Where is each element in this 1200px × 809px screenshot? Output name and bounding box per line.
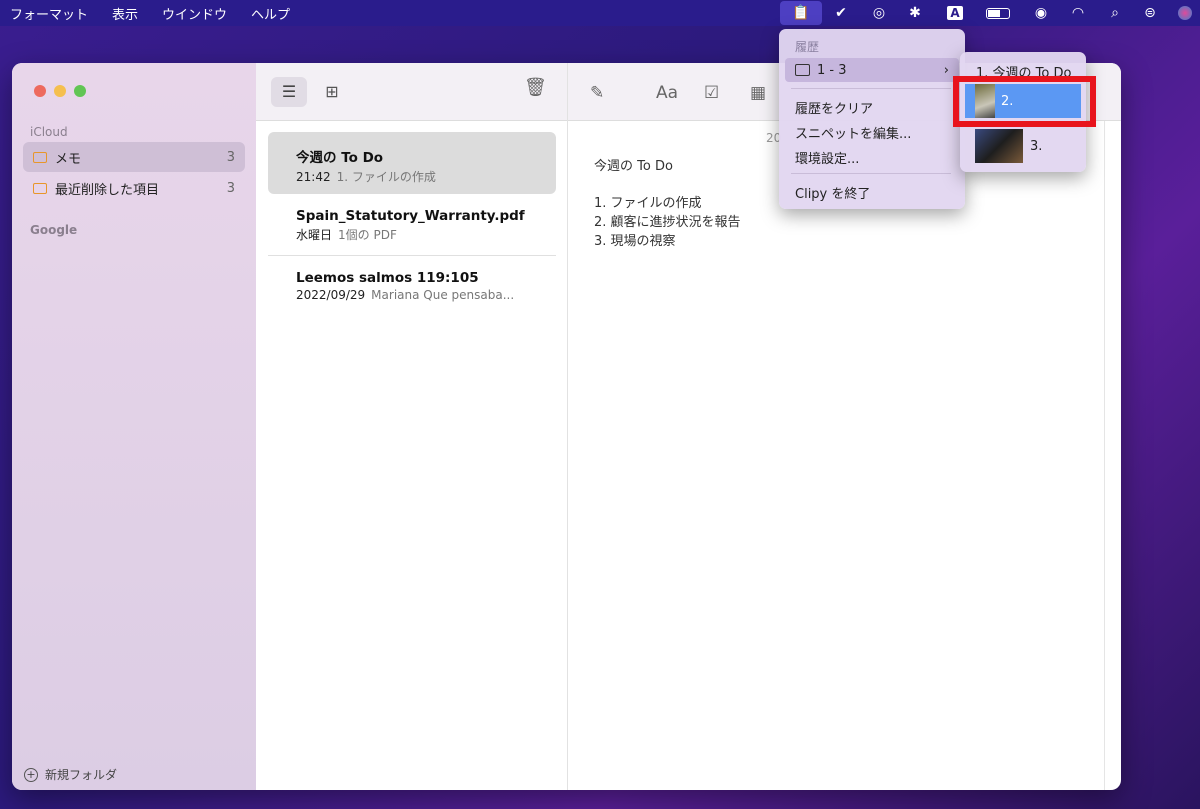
menu-window[interactable]: ウインドウ xyxy=(162,4,227,23)
checklist-icon[interactable]: ☑ xyxy=(704,83,719,103)
sidebar-item-label: 最近削除した項目 xyxy=(55,182,160,198)
image-thumbnail xyxy=(975,129,1023,163)
folder-icon xyxy=(795,64,810,76)
bluetooth-icon[interactable]: ✱ xyxy=(906,0,924,26)
note-title: Spain_Statutory_Warranty.pdf xyxy=(296,208,525,224)
menu-item-history-folder[interactable]: 1 - 3 › xyxy=(785,58,959,82)
note-date: 2022/09/29 xyxy=(296,288,366,302)
checkmark-icon[interactable]: ✔ xyxy=(828,0,854,26)
close-button[interactable] xyxy=(34,85,46,97)
note-body[interactable]: 今週の To Do 1. ファイルの作成 2. 顧客に進捗状況を報告 3. 現場… xyxy=(594,157,741,251)
menu-divider xyxy=(791,173,951,174)
compose-icon[interactable]: ✎ xyxy=(590,83,604,103)
menu-divider xyxy=(791,88,951,89)
sidebar-item-count: 3 xyxy=(226,180,235,196)
siri-icon[interactable] xyxy=(1176,0,1194,26)
menu-item-label: 1 - 3 xyxy=(817,62,847,78)
note-item[interactable]: 今週の To Do 21:42 1. ファイルの作成 xyxy=(268,132,556,194)
note-item[interactable]: Spain_Statutory_Warranty.pdf 水曜日 1個の PDF xyxy=(268,194,556,256)
menu-header: 履歴 xyxy=(795,40,820,54)
wifi-icon[interactable]: ◠ xyxy=(1067,0,1089,26)
list-view-button[interactable]: ☰ xyxy=(271,77,307,107)
folder-icon xyxy=(33,151,47,163)
submenu-item-label: 3. xyxy=(1030,138,1043,154)
menu-item-preferences[interactable]: 環境設定... xyxy=(795,148,859,167)
note-date: 21:42 xyxy=(296,170,331,184)
submenu-item-3[interactable]: 3. xyxy=(975,129,1042,163)
sidebar-item-label: メモ xyxy=(55,151,82,167)
note-title: 今週の To Do xyxy=(296,150,384,166)
note-preview: Mariana Que pensaba... xyxy=(371,288,515,302)
sidebar-item-memo[interactable]: メモ 3 xyxy=(23,142,245,172)
gallery-view-button[interactable]: ⊞ xyxy=(316,77,348,107)
battery-icon[interactable] xyxy=(984,0,1012,26)
clipy-menu: 履歴 1 - 3 › 履歴をクリア スニペットを編集... 環境設定... Cl… xyxy=(779,29,965,209)
note-body-title: 今週の To Do xyxy=(594,159,673,174)
note-preview: 1. ファイルの作成 xyxy=(336,170,436,184)
menu-item-edit-snippets[interactable]: スニペットを編集... xyxy=(795,123,911,142)
minimize-button[interactable] xyxy=(54,85,66,97)
zoom-button[interactable] xyxy=(74,85,86,97)
note-date: 水曜日 xyxy=(296,228,333,242)
note-title: Leemos salmos 119:105 xyxy=(296,270,479,286)
menu-item-quit[interactable]: Clipy を終了 xyxy=(795,183,870,202)
new-folder-button[interactable]: + 新規フォルダ xyxy=(24,766,117,783)
chevron-right-icon: › xyxy=(943,62,949,78)
airdrop-icon[interactable]: ◎ xyxy=(868,0,890,26)
section-google: Google xyxy=(30,223,78,237)
note-preview: 1個の PDF xyxy=(338,228,397,242)
sidebar-item-recently-deleted[interactable]: 最近削除した項目 3 xyxy=(23,173,245,203)
note-line: 2. 顧客に進捗状況を報告 xyxy=(594,215,741,230)
format-button[interactable]: Aa xyxy=(656,83,678,103)
menu-format[interactable]: フォーマット xyxy=(10,4,88,23)
control-center-icon[interactable]: ⊜ xyxy=(1140,0,1160,26)
note-line: 1. ファイルの作成 xyxy=(594,196,702,211)
plus-circle-icon: + xyxy=(24,767,38,782)
menu-help[interactable]: ヘルプ xyxy=(251,4,290,23)
input-icon[interactable]: A xyxy=(946,0,964,26)
table-icon[interactable]: ▦ xyxy=(750,83,766,103)
note-item[interactable]: Leemos salmos 119:105 2022/09/29 Mariana … xyxy=(268,256,556,318)
trash-button[interactable]: 🗑 xyxy=(524,77,547,98)
sidebar: iCloud メモ 3 最近削除した項目 3 Google + 新規フォルダ xyxy=(12,63,256,790)
user-icon[interactable]: ◉ xyxy=(1031,0,1051,26)
menu-bar: フォーマット 表示 ウインドウ ヘルプ xyxy=(0,0,1200,26)
scrollbar-track[interactable] xyxy=(1104,121,1105,790)
input-label: A xyxy=(947,6,963,20)
menu-view[interactable]: 表示 xyxy=(112,4,138,23)
search-icon[interactable]: ⌕ xyxy=(1106,0,1124,26)
folder-icon xyxy=(33,182,47,194)
sidebar-item-count: 3 xyxy=(226,149,235,165)
highlight-box xyxy=(953,76,1096,127)
section-icloud: iCloud xyxy=(30,125,68,139)
menu-item-clear-history[interactable]: 履歴をクリア xyxy=(795,98,873,117)
clipy-icon[interactable]: 📋 xyxy=(780,1,822,25)
note-line: 3. 現場の視察 xyxy=(594,234,676,249)
new-folder-label: 新規フォルダ xyxy=(45,768,118,782)
note-list: ☰ ⊞ 🗑 今週の To Do 21:42 1. ファイルの作成 Spain_St… xyxy=(256,63,568,790)
list-toolbar: ☰ ⊞ 🗑 xyxy=(256,63,567,121)
